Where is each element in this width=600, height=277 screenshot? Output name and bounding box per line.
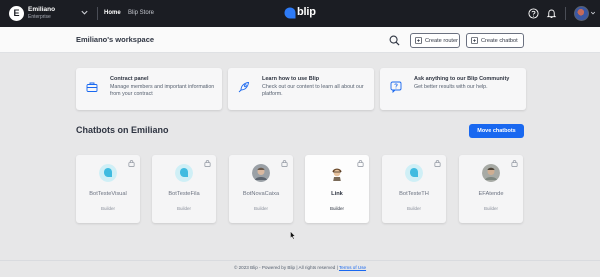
chatbot-card[interactable]: EFAtende Builder: [459, 155, 523, 223]
bot-avatar-character: [328, 164, 346, 182]
bot-avatar-icon: [405, 164, 423, 182]
rocket-icon: [238, 81, 250, 93]
lock-icon[interactable]: [281, 159, 288, 167]
card-description: Manage members and important information…: [110, 84, 215, 97]
create-chatbot-label: Create chatbot: [481, 37, 518, 44]
bot-avatar-icon: [99, 164, 117, 182]
card-title: Ask anything to our Blip Community: [414, 76, 510, 82]
chatbot-name: Link: [331, 191, 343, 197]
chatbot-role: Builder: [253, 206, 268, 211]
blip-logo-icon: [284, 7, 296, 19]
mouse-cursor-icon: [290, 231, 296, 240]
lock-icon[interactable]: [511, 159, 518, 167]
chatbot-card[interactable]: BotTesteFila Builder: [152, 155, 216, 223]
card-description: Get better results with our help.: [414, 84, 488, 90]
search-icon[interactable]: [389, 35, 400, 46]
divider: [565, 7, 566, 20]
nav-home[interactable]: Home: [104, 10, 121, 16]
router-icon: [415, 37, 422, 44]
chatbot-card[interactable]: Link Builder: [305, 155, 369, 223]
move-chatbots-button[interactable]: Move chatbots: [469, 124, 524, 138]
chevron-down-icon[interactable]: [590, 10, 596, 16]
top-navigation-bar: E Emiliano Enterprise Home Blip Store bl…: [0, 0, 600, 27]
nav-blip-store[interactable]: Blip Store: [128, 10, 154, 16]
blip-logo-text: blip: [297, 6, 316, 18]
footer-divider: [0, 260, 600, 261]
bot-avatar-photo: [252, 164, 270, 182]
bell-icon[interactable]: [546, 8, 557, 19]
card-title: Learn how to use Blip: [262, 76, 320, 82]
lock-icon[interactable]: [434, 159, 441, 167]
bot-avatar-photo: [482, 164, 500, 182]
chatbot-role: Builder: [329, 206, 344, 211]
workspace-title: Emiliano's workspace: [76, 35, 155, 44]
help-icon[interactable]: [528, 8, 539, 19]
org-avatar[interactable]: E: [9, 6, 24, 21]
create-router-label: Create router: [425, 37, 458, 44]
terms-of-use-link[interactable]: Terms of Use: [339, 265, 366, 270]
question-icon: [390, 81, 402, 93]
chatbot-role: Builder: [100, 206, 115, 211]
lock-icon[interactable]: [204, 159, 211, 167]
chatbot-name: EFAtende: [478, 191, 504, 197]
create-router-button[interactable]: Create router: [410, 33, 460, 48]
chatbots-section-title: Chatbots on Emiliano: [76, 125, 169, 135]
briefcase-icon: [86, 82, 98, 92]
chatbot-name: BotTesteVisual: [89, 191, 127, 197]
chatbot-name: BotTesteTH: [399, 191, 429, 197]
chatbot-name: BotNovaCaixa: [242, 191, 280, 197]
chatbot-card[interactable]: BotTesteVisual Builder: [76, 155, 140, 223]
chatbot-card[interactable]: BotNovaCaixa Builder: [229, 155, 293, 223]
contract-panel-card[interactable]: Contract panel Manage members and import…: [76, 68, 222, 110]
chatbot-role: Builder: [176, 206, 191, 211]
footer: © 2023 Blip - Powered by Blip | All righ…: [0, 265, 600, 270]
chatbot-name: BotTesteFila: [168, 191, 200, 197]
org-name[interactable]: Emiliano: [28, 6, 55, 13]
chatbot-role: Builder: [406, 206, 421, 211]
card-description: Check out our content to learn all about…: [262, 84, 364, 97]
create-chatbot-button[interactable]: Create chatbot: [466, 33, 524, 48]
lock-icon[interactable]: [357, 159, 364, 167]
card-title: Contract panel: [110, 76, 149, 82]
chatbot-card[interactable]: BotTesteTH Builder: [382, 155, 446, 223]
chevron-down-icon[interactable]: [80, 8, 89, 17]
lock-icon[interactable]: [128, 159, 135, 167]
divider: [97, 7, 98, 20]
bot-avatar-icon: [175, 164, 193, 182]
chatbot-role: Builder: [483, 206, 498, 211]
workspace-header: Emiliano's workspace Create router Creat…: [0, 27, 600, 53]
community-card[interactable]: Ask anything to our Blip Community Get b…: [380, 68, 526, 110]
user-avatar[interactable]: [574, 6, 589, 21]
org-plan: Enterprise: [28, 14, 51, 20]
chatbot-icon: [471, 37, 478, 44]
learn-blip-card[interactable]: Learn how to use Blip Check out our cont…: [228, 68, 374, 110]
footer-text: © 2023 Blip - Powered by Blip | All righ…: [233, 265, 338, 270]
